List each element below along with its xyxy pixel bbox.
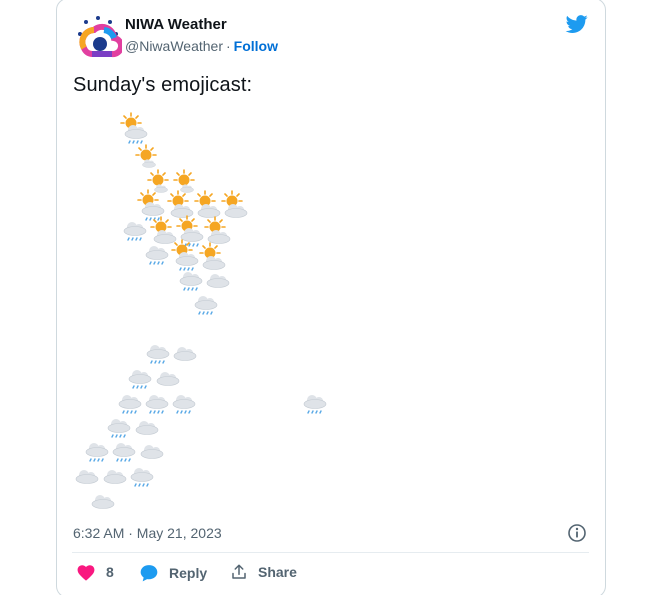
share-button[interactable]: Share — [230, 563, 297, 581]
tweet-timestamp[interactable]: 6:32 AM · May 21, 2023 — [73, 525, 222, 541]
emoji-sun-cloud — [150, 216, 177, 244]
reply-button[interactable]: Reply — [139, 563, 207, 583]
author-handle[interactable]: @NiwaWeather — [125, 38, 223, 54]
emoji-rain-cloud — [112, 442, 136, 462]
niwa-logo-avatar[interactable] — [74, 14, 122, 62]
emoji-sun-cloud — [167, 190, 194, 218]
handle-separator: · — [226, 38, 231, 54]
chatham-islands-emojis — [303, 394, 327, 414]
emoji-rain-cloud — [118, 394, 142, 414]
emoji-cloud — [135, 420, 159, 435]
emoji-cloud — [75, 469, 99, 484]
tweet-text: Sunday's emojicast: — [73, 74, 253, 96]
reply-label: Reply — [169, 565, 208, 581]
emoji-cloud — [140, 444, 164, 459]
emoji-rain-cloud — [128, 369, 152, 389]
emoji-sun — [135, 144, 157, 168]
south-island-emojis — [75, 344, 197, 509]
emoji-sun — [147, 169, 169, 193]
emoji-cloud — [91, 494, 115, 509]
like-count: 8 — [106, 564, 114, 580]
emoji-sun-rain-cloud — [120, 112, 148, 144]
emoji-rain-cloud — [130, 467, 154, 487]
emoji-rain-cloud — [85, 442, 109, 462]
actions-divider — [72, 552, 589, 553]
emoji-sun-cloud — [194, 190, 221, 218]
emoji-cloud — [103, 469, 127, 484]
follow-button[interactable]: Follow — [234, 38, 278, 54]
emoji-sun-rain-cloud — [176, 215, 204, 247]
emoji-rain-cloud — [194, 295, 218, 315]
emoji-rain-cloud — [107, 418, 131, 438]
emoji-rain-cloud — [179, 271, 203, 291]
twitter-bird-icon[interactable] — [565, 13, 589, 35]
emoji-rain-cloud — [172, 394, 196, 414]
like-button[interactable]: 8 — [76, 563, 114, 581]
heart-icon — [77, 565, 95, 581]
reply-bubble-icon — [140, 565, 158, 582]
emoji-sun-cloud — [199, 242, 226, 270]
emoji-rain-cloud — [145, 394, 169, 414]
emoji-rain-cloud — [146, 344, 170, 364]
emoji-sun-rain-cloud — [137, 189, 165, 221]
emoji-sun-cloud — [221, 190, 248, 218]
share-label: Share — [258, 564, 297, 580]
emoji-sun-cloud — [204, 216, 231, 244]
emoji-cloud — [156, 371, 180, 386]
emoji-cloud — [173, 346, 197, 361]
north-island-emojis — [120, 112, 248, 315]
author-name[interactable]: NIWA Weather — [125, 16, 227, 33]
info-icon[interactable] — [567, 523, 587, 543]
share-upload-icon — [232, 564, 246, 579]
emojicast-map — [56, 100, 606, 520]
author-handle-row: @NiwaWeather · Follow — [125, 38, 278, 54]
emoji-rain-cloud — [145, 245, 169, 265]
emoji-cloud — [206, 273, 230, 288]
emoji-rain-cloud — [303, 394, 327, 414]
emoji-sun — [173, 169, 195, 193]
emoji-rain-cloud — [123, 221, 147, 241]
